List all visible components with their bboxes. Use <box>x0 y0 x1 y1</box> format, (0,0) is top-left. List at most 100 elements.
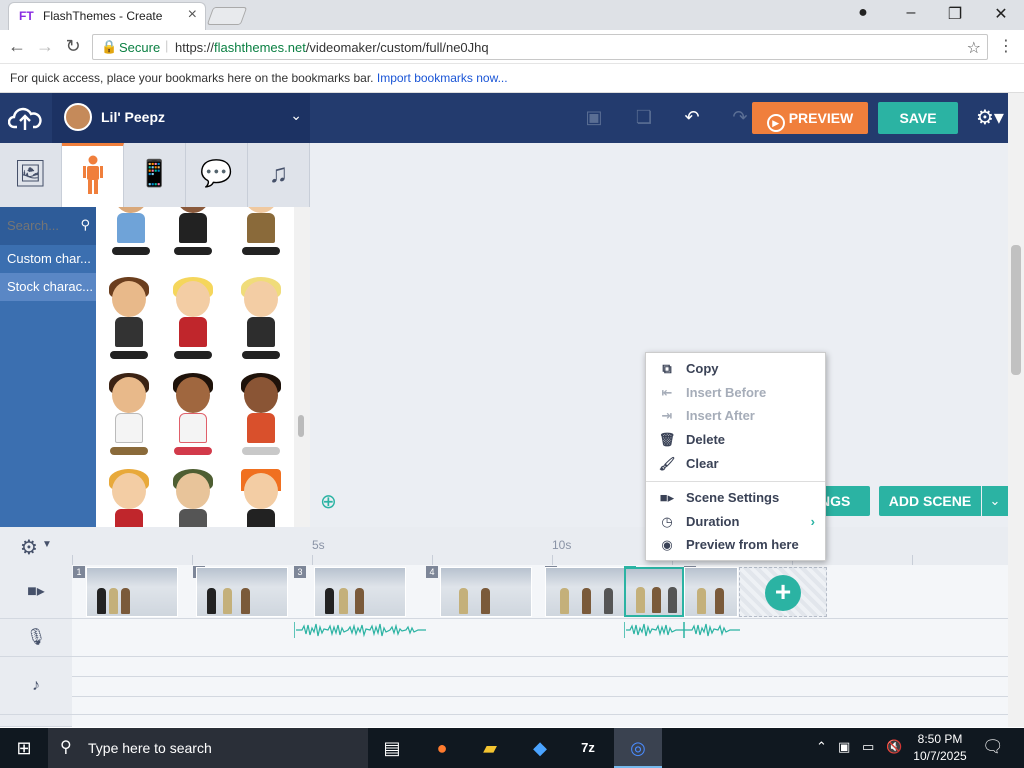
character-thumb[interactable] <box>230 469 290 527</box>
character-grid-scrollbar[interactable] <box>294 207 310 527</box>
redo-icon[interactable]: ↷ <box>726 107 754 128</box>
chrome-icon[interactable]: ◎ <box>614 728 662 768</box>
file-explorer-icon[interactable]: ▰ <box>466 728 514 768</box>
chevron-up-icon[interactable]: ⌃ <box>816 739 827 755</box>
app-icon[interactable]: ◆ <box>516 728 564 768</box>
tab-characters[interactable] <box>62 143 124 207</box>
eye-icon: ◉ <box>661 537 673 552</box>
clock-time[interactable]: 8:50 PM <box>910 732 970 746</box>
menu-item-insert-before[interactable]: ⇤ Insert Before <box>646 381 825 405</box>
url-prefix: https:// <box>175 40 215 55</box>
scene-thumbnail[interactable] <box>440 567 532 617</box>
cloud-upload-icon[interactable] <box>8 104 42 132</box>
minimize-icon[interactable]: – <box>896 4 926 22</box>
security-icon[interactable]: ▣ <box>838 739 850 755</box>
menu-item-copy[interactable]: ⧉ Copy <box>646 357 825 381</box>
undo-icon[interactable]: ↶ <box>678 107 706 128</box>
import-bookmarks-link[interactable]: Import bookmarks now... <box>377 71 508 85</box>
character-thumb[interactable] <box>98 277 158 369</box>
menu-item-clear[interactable]: 🖌 Clear <box>646 452 825 476</box>
character-thumb[interactable] <box>100 207 160 265</box>
voice-waveform[interactable] <box>294 620 426 640</box>
timeline-mark: 10s <box>552 538 572 552</box>
character-thumb[interactable] <box>162 373 222 465</box>
add-scene-dropdown-icon[interactable]: ⌄ <box>982 486 1008 516</box>
7zip-icon[interactable]: 7z <box>564 728 612 768</box>
scene-thumbnail-selected[interactable] <box>624 567 684 617</box>
character-thumb[interactable] <box>162 469 222 527</box>
tab-text[interactable]: 💬 <box>186 143 248 207</box>
tab-audio[interactable]: ♫ <box>248 143 310 207</box>
tab-props[interactable]: 📱 <box>124 143 186 207</box>
search-input[interactable] <box>7 218 77 233</box>
menu-item-insert-after[interactable]: ⇥ Insert After <box>646 404 825 428</box>
new-tab-button[interactable] <box>206 7 248 25</box>
scene-thumbnail[interactable] <box>86 567 178 617</box>
browser-menu-icon[interactable]: ⋮ <box>998 36 1014 56</box>
window-close-icon[interactable]: ✕ <box>986 4 1016 24</box>
timeline-ruler: ⚙ ▼ 5s 10s <box>0 527 1008 565</box>
clock-date[interactable]: 10/7/2025 <box>906 749 974 763</box>
menu-divider <box>646 481 825 482</box>
reload-icon[interactable]: ↻ <box>62 36 84 57</box>
bookmark-star-icon[interactable]: ☆ <box>967 38 981 58</box>
menu-item-delete[interactable]: 🗑 Delete <box>646 428 825 452</box>
scene-thumbnail[interactable] <box>196 567 288 617</box>
menu-item-duration[interactable]: ◷ Duration › <box>646 510 825 534</box>
gear-icon[interactable]: ⚙▾ <box>976 105 1004 130</box>
profile-icon[interactable]: ● <box>848 4 878 22</box>
firefox-icon[interactable]: ● <box>418 728 466 768</box>
browser-tab[interactable]: FT FlashThemes - Create × <box>8 2 206 30</box>
play-icon: ▶ <box>766 114 785 132</box>
character-thumb[interactable] <box>162 277 222 369</box>
theme-switcher[interactable]: Lil' Peepz ⌄ <box>52 93 310 143</box>
arrange-back-icon[interactable]: ▣ <box>580 107 608 128</box>
character-thumb[interactable] <box>230 207 290 265</box>
insert-before-icon: ⇤ <box>661 385 673 400</box>
timeline-tick <box>192 555 193 565</box>
zoom-in-icon[interactable]: ⊕ <box>320 489 337 514</box>
character-thumb[interactable] <box>162 207 222 265</box>
scene-thumbnail[interactable] <box>545 567 625 617</box>
search-icon[interactable]: ⚲ <box>80 217 90 233</box>
menu-item-label: Insert After <box>686 408 755 423</box>
category-custom-characters[interactable]: Custom char... <box>0 245 96 273</box>
task-view-icon[interactable]: ▤ <box>368 728 416 768</box>
page-scrollbar[interactable] <box>1008 93 1024 727</box>
voice-waveform[interactable] <box>624 620 740 640</box>
scene-thumbnail[interactable] <box>314 567 406 617</box>
timeline-gear-icon[interactable]: ⚙ <box>20 535 38 560</box>
character-thumb[interactable] <box>230 373 290 465</box>
taskbar-search-box[interactable]: ⚲ Type here to search <box>48 728 368 768</box>
save-button[interactable]: SAVE <box>878 102 958 134</box>
scene-number: 1 <box>73 566 85 578</box>
back-icon[interactable]: ← <box>6 36 28 57</box>
character-thumb[interactable] <box>98 469 158 527</box>
tab-close-icon[interactable]: × <box>188 6 197 24</box>
character-thumb[interactable] <box>230 277 290 369</box>
menu-item-scene-settings[interactable]: ■▸ Scene Settings <box>646 486 825 510</box>
scroll-thumb[interactable] <box>298 415 304 437</box>
forward-icon[interactable]: → <box>34 36 56 57</box>
add-scene-tile[interactable]: + <box>739 567 827 617</box>
arrange-front-icon[interactable]: ❏ <box>630 107 658 128</box>
maximize-icon[interactable]: ❐ <box>940 4 970 24</box>
menu-item-preview-from-here[interactable]: ◉ Preview from here <box>646 533 825 557</box>
insert-after-icon: ⇥ <box>661 408 673 423</box>
windows-start-icon[interactable]: ⊞ <box>0 728 48 768</box>
page-scroll-thumb[interactable] <box>1011 245 1021 375</box>
caret-down-icon: ▼ <box>42 539 52 550</box>
bookmarks-hint: For quick access, place your bookmarks h… <box>10 71 374 85</box>
preview-button[interactable]: ▶ PREVIEW <box>752 102 868 134</box>
add-scene-button[interactable]: ADD SCENE <box>879 486 981 516</box>
network-icon[interactable]: ▭ <box>862 739 874 755</box>
timeline-tick <box>552 555 553 565</box>
url-field[interactable]: 🔒 Secure | https://flashthemes.net/video… <box>92 34 988 60</box>
character-thumb[interactable] <box>98 373 158 465</box>
tab-backgrounds[interactable]: 🖼 <box>0 143 62 207</box>
notification-icon[interactable]: 🗨 <box>982 737 1004 757</box>
chevron-down-icon: ⌄ <box>290 107 302 123</box>
volume-muted-icon[interactable]: 🔇 <box>886 739 902 755</box>
category-stock-characters[interactable]: Stock charac... <box>0 273 96 301</box>
scene-thumbnail[interactable] <box>684 567 738 617</box>
